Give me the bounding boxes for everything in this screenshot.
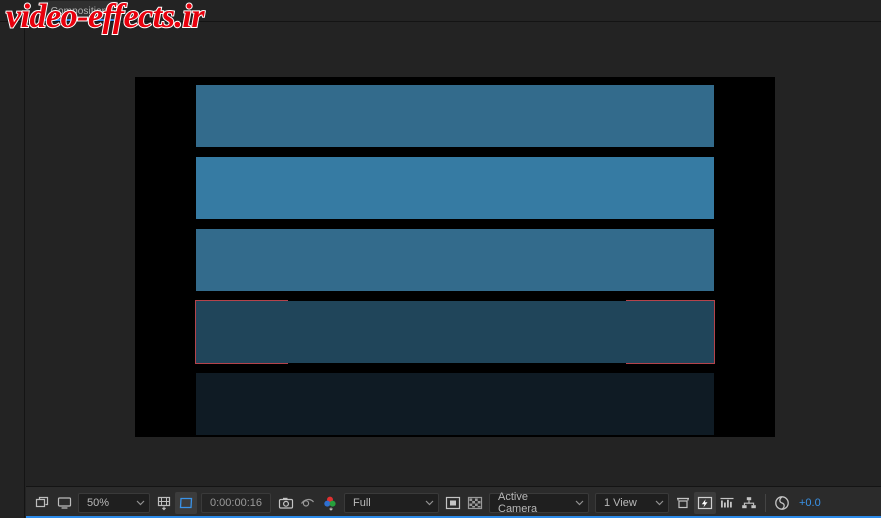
- comp-layer-2[interactable]: [196, 157, 714, 219]
- chevron-down-icon: [655, 497, 664, 509]
- zoom-value: 50%: [87, 496, 110, 509]
- viewer-toolbar: 50% 0:00:00:16 Full Active Camera 1 View…: [26, 486, 881, 518]
- timecode-value: 0:00:00:16: [210, 496, 262, 509]
- roi-toggle-icon[interactable]: [442, 492, 464, 514]
- transparency-grid-icon[interactable]: [464, 492, 486, 514]
- composition-canvas[interactable]: [135, 77, 775, 437]
- exposure-reset-icon[interactable]: [771, 492, 793, 514]
- selection-edge-gap-top: [288, 299, 626, 301]
- timecode-field[interactable]: 0:00:00:16: [201, 492, 271, 513]
- snapshot-camera-icon[interactable]: [275, 492, 297, 514]
- chevron-down-icon: [575, 497, 584, 509]
- camera-view-value: Active Camera: [498, 490, 538, 515]
- comp-layer-4[interactable]: [195, 299, 715, 365]
- zoom-select[interactable]: 50%: [78, 492, 150, 513]
- site-watermark: video-effects.ir: [5, 0, 206, 36]
- after-effects-composition-panel: Composition 50% 0:00:00:16 Full Active C…: [0, 0, 881, 518]
- view-layout-select[interactable]: 1 View: [595, 492, 669, 513]
- view-layout-value: 1 View: [604, 496, 637, 509]
- comp-layer-1[interactable]: [196, 85, 714, 147]
- pixel-aspect-ratio-icon[interactable]: [672, 492, 694, 514]
- show-snapshot-eye-icon[interactable]: [297, 492, 319, 514]
- chevron-down-icon: [136, 497, 145, 509]
- toolbar-divider: [765, 493, 766, 512]
- composition-viewer-area[interactable]: [26, 22, 881, 486]
- always-preview-icon[interactable]: [31, 492, 53, 514]
- resolution-select[interactable]: Full: [344, 492, 439, 513]
- region-of-interest-icon[interactable]: [175, 491, 197, 514]
- layer-selection-outline: [195, 300, 715, 364]
- fast-preview-icon[interactable]: [694, 491, 716, 514]
- color-channels-icon[interactable]: [319, 492, 341, 514]
- selection-edge-gap-bottom: [288, 363, 626, 365]
- comp-layer-3[interactable]: [196, 229, 714, 291]
- chevron-down-icon: [425, 497, 434, 509]
- comp-layer-5[interactable]: [196, 373, 714, 435]
- camera-view-select[interactable]: Active Camera: [489, 490, 589, 515]
- timeline-icon[interactable]: [716, 492, 738, 514]
- comp-flowchart-icon[interactable]: [738, 492, 760, 514]
- grid-guides-icon[interactable]: [153, 492, 175, 514]
- resolution-value: Full: [353, 496, 371, 509]
- exposure-value[interactable]: +0.0: [793, 497, 821, 509]
- main-viewer-icon[interactable]: [53, 492, 75, 514]
- left-panel-rail: [0, 22, 25, 518]
